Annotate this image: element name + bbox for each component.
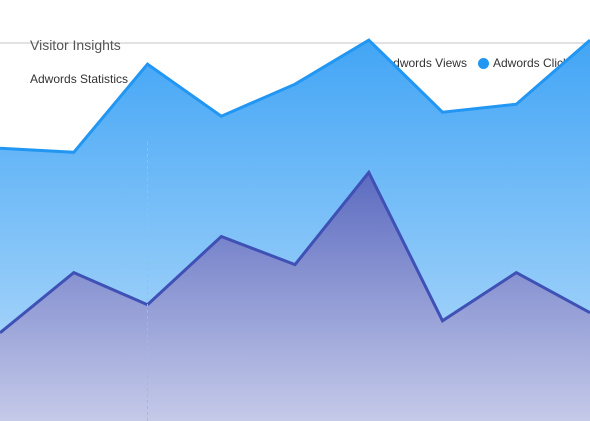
point-adwords-views-1[interactable] bbox=[71, 270, 77, 276]
point-adwords-clicks-4[interactable] bbox=[292, 81, 298, 87]
point-adwords-views-5[interactable] bbox=[366, 169, 372, 175]
point-adwords-clicks-7[interactable] bbox=[513, 101, 519, 107]
point-adwords-views-4[interactable] bbox=[292, 262, 298, 268]
point-adwords-views-6[interactable] bbox=[440, 318, 446, 324]
point-adwords-views-7[interactable] bbox=[513, 270, 519, 276]
point-adwords-clicks-5[interactable] bbox=[366, 37, 372, 43]
point-adwords-clicks-3[interactable] bbox=[218, 113, 224, 119]
point-adwords-clicks-6[interactable] bbox=[440, 109, 446, 115]
area-chart[interactable] bbox=[0, 0, 590, 421]
point-adwords-clicks-1[interactable] bbox=[71, 149, 77, 155]
point-adwords-views-3[interactable] bbox=[218, 234, 224, 240]
point-adwords-clicks-2[interactable] bbox=[145, 61, 151, 67]
